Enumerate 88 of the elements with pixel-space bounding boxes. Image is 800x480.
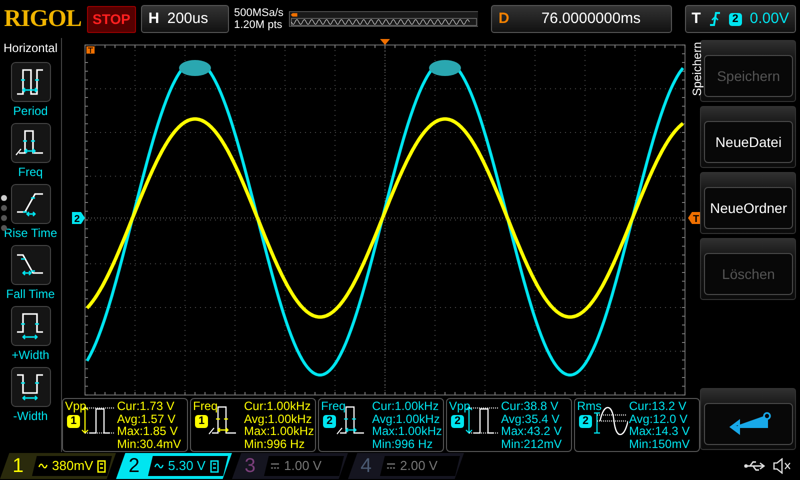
usb-icon <box>744 460 766 472</box>
channel-number: 3 <box>243 454 257 479</box>
speaker-muted-icon <box>772 458 792 474</box>
measurement-value: Avg:1.00kHz <box>244 412 312 425</box>
measurement-value: Cur:1.73 V <box>117 400 176 412</box>
nwidth-measure-icon <box>10 367 50 407</box>
measurement-value: Max:1.00kHz <box>244 425 314 438</box>
measurement-value: Max:1.00kHz <box>372 425 442 438</box>
delay-box[interactable]: D 76.0000000ms <box>491 5 672 33</box>
channel-badge: 1 <box>67 414 80 428</box>
page-dot[interactable] <box>1 195 7 201</box>
pwidth-measure-icon <box>10 306 50 346</box>
memory-depth: 1.20M pts <box>234 19 284 31</box>
measurement-value: Cur:13.2 V <box>629 400 688 412</box>
delay-value: 76.0000000ms <box>540 8 642 29</box>
brand-logo: RIGOL <box>4 5 82 34</box>
freq-measure-icon <box>10 123 50 163</box>
channel-number: 4 <box>359 454 373 479</box>
measurement-name: Freq <box>321 400 347 412</box>
sample-rate: 500MSa/s <box>234 7 284 19</box>
channel-badge: 2 <box>451 414 464 428</box>
measurement-value: Min:150mV <box>629 438 690 450</box>
measurement-name: Freq <box>193 400 219 412</box>
measure-button[interactable]: +Width <box>10 306 50 362</box>
channel-number: 1 <box>11 454 25 479</box>
measurement-value: Cur:1.00kHz <box>372 400 440 412</box>
measure-button[interactable]: Freq <box>10 123 50 179</box>
measurement-name: Rms <box>577 400 603 412</box>
measure-button[interactable]: Rise Time <box>4 184 58 240</box>
measurement-value: Min:996 Hz <box>244 438 306 450</box>
run-stop-button[interactable]: STOP <box>86 6 136 32</box>
measurement-value: Min:212mV <box>501 438 562 450</box>
measurement-panel[interactable]: Vpp 1 Cur:1.73 V Avg:1.57 V Max:1.85 V Min:30.4mV <box>62 398 188 452</box>
measurement-panel[interactable]: Rms 2 Cur:13.2 V Avg:12.0 V Max:14.3 V Min:150mV <box>574 398 700 452</box>
rising-edge-icon <box>708 11 721 27</box>
measurement-panel[interactable]: Freq 1 Cur:1.00kHz Avg:1.00kHz Max:1.00kHz Min:996 Hz <box>190 398 316 452</box>
measurement-value: Min:30.4mV <box>117 438 182 450</box>
measurement-value: Avg:35.4 V <box>501 412 560 425</box>
channel-scale: 5.30 V <box>168 457 206 476</box>
rise-measure-icon <box>10 184 50 224</box>
measurement-value: Avg:1.57 V <box>117 412 176 425</box>
trigger-offset-icon <box>86 46 96 54</box>
measurement-value: Max:43.2 V <box>501 425 562 438</box>
page-dot[interactable] <box>1 215 7 221</box>
channel-scale: 380mV <box>52 457 94 476</box>
measurement-value: Cur:1.00kHz <box>244 400 312 412</box>
measure-button[interactable]: Fall Time <box>6 245 55 301</box>
measure-button[interactable]: Period <box>10 62 50 118</box>
measurement-value: Avg:12.0 V <box>629 412 688 425</box>
channel-tab[interactable]: 1 380mV <box>0 453 116 479</box>
measurement-value: Max:1.85 V <box>117 425 179 438</box>
measurement-name: Vpp <box>449 400 472 412</box>
ac-coupling-icon <box>38 461 48 471</box>
menu-title: Horizontal <box>3 40 58 57</box>
dc-coupling-icon <box>270 461 280 471</box>
trigger-level: 0.00V <box>750 8 789 29</box>
channel-scale: 2.00 V <box>400 457 438 476</box>
measurement-value: Max:14.3 V <box>629 425 690 438</box>
channel-badge: 1 <box>195 414 208 428</box>
menu-button[interactable]: NeueOrdner <box>700 172 796 234</box>
dc-coupling-icon <box>386 461 396 471</box>
page-dot[interactable] <box>1 205 7 211</box>
channel-number: 2 <box>127 454 141 479</box>
measure-button[interactable]: -Width <box>10 367 50 423</box>
measurement-panel[interactable]: Vpp 2 Cur:38.8 V Avg:35.4 V Max:43.2 V Min:212mV <box>446 398 572 452</box>
delay-label: D <box>498 8 510 29</box>
menu-button[interactable]: NeueDatei <box>700 106 796 168</box>
fall-measure-icon <box>10 245 50 285</box>
channel-badge: 2 <box>323 414 336 428</box>
channel-tab[interactable]: 2 5.30 V <box>116 453 232 479</box>
trigger-label: T <box>692 8 701 29</box>
channel-scale: 1.00 V <box>284 457 322 476</box>
channel-badge: 2 <box>579 414 592 428</box>
timebase-box[interactable]: H 200us <box>141 5 229 33</box>
trigger-source: 2 <box>728 12 742 26</box>
ac-coupling-icon <box>154 461 164 471</box>
menu-button[interactable] <box>700 388 796 450</box>
channel-marker[interactable]: 2 <box>72 212 85 225</box>
trigger-box[interactable]: T 2 0.00V <box>684 5 796 33</box>
timebase-label: H <box>148 8 160 29</box>
measurement-value: Avg:1.00kHz <box>372 412 440 425</box>
measurement-name: Vpp <box>65 400 88 412</box>
channel-tab[interactable]: 4 2.00 V <box>348 453 464 479</box>
channel-tab[interactable]: 3 1.00 V <box>232 453 348 479</box>
timebase-value: 200us <box>167 8 208 29</box>
measurement-value: Min:996 Hz <box>372 438 434 450</box>
period-measure-icon <box>10 62 50 102</box>
measurement-value: Cur:38.8 V <box>501 400 560 412</box>
